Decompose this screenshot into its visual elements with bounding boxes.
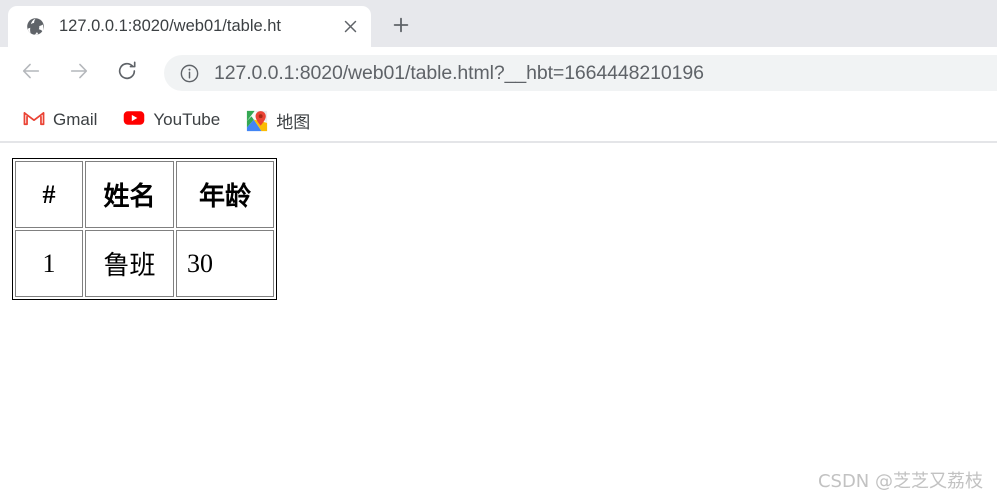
globe-icon: [26, 17, 45, 36]
table-header-cell-index: #: [15, 161, 83, 228]
table-row: 1 鲁班 30: [15, 230, 274, 297]
address-bar-url: 127.0.0.1:8020/web01/table.html?__hbt=16…: [214, 61, 704, 84]
bookmarks-bar: Gmail YouTube 地图: [0, 99, 997, 143]
bookmark-youtube[interactable]: YouTube: [114, 105, 229, 135]
table-head: # 姓名 年龄: [15, 161, 274, 228]
plus-icon: [392, 16, 410, 39]
reload-button[interactable]: [110, 56, 144, 90]
arrow-right-icon: [68, 60, 90, 87]
table-body: 1 鲁班 30: [15, 230, 274, 297]
new-tab-button[interactable]: [383, 9, 419, 45]
forward-button[interactable]: [62, 56, 96, 90]
address-bar[interactable]: 127.0.0.1:8020/web01/table.html?__hbt=16…: [164, 55, 997, 91]
table-cell-index: 1: [15, 230, 83, 297]
table-header-cell-name: 姓名: [85, 161, 174, 228]
browser-tab-title: 127.0.0.1:8020/web01/table.ht: [59, 17, 282, 35]
table-header-cell-age: 年龄: [176, 161, 274, 228]
table-cell-age: 30: [176, 230, 274, 297]
bookmark-gmail[interactable]: Gmail: [14, 105, 106, 135]
youtube-icon: [123, 110, 145, 131]
reload-icon: [116, 60, 138, 87]
bookmark-label: YouTube: [153, 110, 221, 129]
table-cell-name: 鲁班: [85, 230, 174, 297]
bookmark-label: Gmail: [53, 110, 98, 129]
browser-tab-strip: 127.0.0.1:8020/web01/table.ht: [0, 0, 997, 47]
google-maps-icon: [246, 110, 268, 131]
watermark: CSDN @芝芝又荔枝: [817, 471, 983, 492]
browser-toolbar: 127.0.0.1:8020/web01/table.html?__hbt=16…: [0, 47, 997, 99]
table-header-row: # 姓名 年龄: [15, 161, 274, 228]
gmail-icon: [23, 110, 45, 131]
bookmark-label: 地图: [276, 112, 311, 132]
page-viewport: # 姓名 年龄 1 鲁班 30 CSDN @芝芝又荔枝: [0, 143, 997, 501]
browser-tab[interactable]: 127.0.0.1:8020/web01/table.ht: [8, 6, 371, 47]
close-icon[interactable]: [336, 13, 364, 41]
data-table: # 姓名 年龄 1 鲁班 30: [12, 158, 277, 300]
bookmark-maps[interactable]: 地图: [237, 105, 319, 135]
info-circle-icon[interactable]: [178, 62, 200, 84]
arrow-left-icon: [20, 60, 42, 87]
back-button[interactable]: [14, 56, 48, 90]
